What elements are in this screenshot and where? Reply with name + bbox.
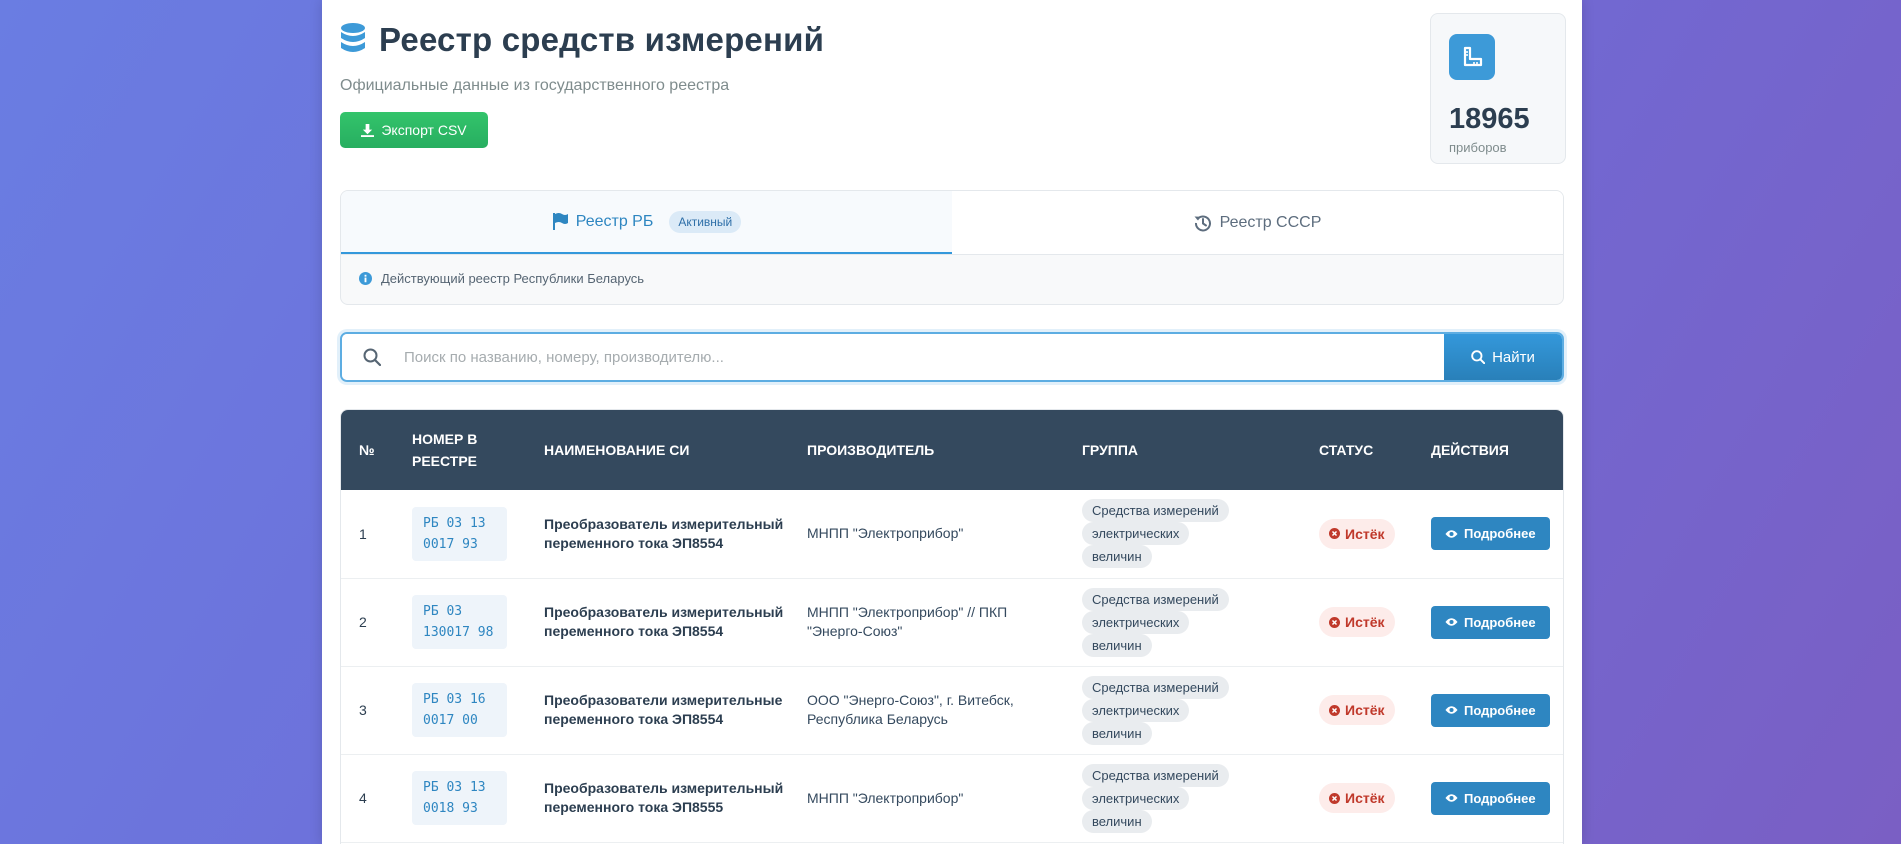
search-button-icon (1471, 350, 1486, 364)
instrument-name: Преобразователь измерительный переменног… (544, 515, 784, 551)
main-panel: Реестр средств измерений Официальные дан… (322, 0, 1582, 844)
registry-table: № Номер в реестре Наименование СИ Произв… (340, 409, 1564, 844)
manufacturer: ООО "Энерго-Союз", г. Витебск, Республик… (807, 692, 1014, 727)
status-label: Истёк (1345, 702, 1385, 718)
header-group[interactable]: Группа (1064, 410, 1301, 490)
x-circle-icon (1329, 528, 1340, 540)
table-row: 2 РБ 03 130017 98 Преобразователь измери… (341, 578, 1563, 666)
search-button-label: Найти (1492, 348, 1535, 366)
page-title: Реестр средств измерений (379, 21, 825, 58)
row-num: 4 (359, 790, 367, 806)
status-badge: Истёк (1319, 695, 1395, 725)
tab-registry-rb[interactable]: Реестр РБ Активный (341, 191, 952, 254)
instrument-count-label: приборов (1449, 140, 1507, 155)
reg-number-badge: РБ 03 130017 98 (412, 595, 507, 649)
flag-icon (552, 213, 568, 230)
info-circle-icon (359, 272, 372, 285)
instrument-name: Преобразователь измерительный переменног… (544, 780, 784, 815)
header-actions: Действия (1431, 442, 1509, 458)
x-circle-icon (1329, 616, 1340, 628)
status-badge: Истёк (1319, 783, 1395, 813)
instrument-count-card: 18965 приборов (1430, 13, 1566, 164)
group-chip: Средства измерений электрических величин (1082, 675, 1229, 745)
eye-icon (1445, 794, 1458, 802)
x-circle-icon (1329, 704, 1340, 716)
details-button[interactable]: Подробнее (1431, 517, 1550, 551)
reg-number-badge: РБ 03 13 0018 93 (412, 771, 507, 825)
search-icon (342, 334, 402, 380)
details-label: Подробнее (1464, 790, 1536, 806)
download-icon (361, 123, 375, 137)
history-icon (1194, 214, 1211, 231)
search-input[interactable] (402, 334, 1444, 380)
details-label: Подробнее (1464, 526, 1536, 542)
status-label: Истёк (1345, 790, 1385, 806)
registry-tabs: Реестр РБ Активный Реестр СССР Действующ… (340, 190, 1564, 305)
status-label: Истёк (1345, 614, 1385, 630)
eye-icon (1445, 530, 1458, 538)
table-row: 1 РБ 03 13 0017 93 Преобразователь измер… (341, 490, 1563, 578)
instrument-name: Преобразователи измерительные переменног… (544, 692, 783, 727)
details-label: Подробнее (1464, 702, 1536, 718)
database-icon (341, 23, 365, 52)
details-button[interactable]: Подробнее (1431, 781, 1550, 815)
details-button[interactable]: Подробнее (1431, 693, 1550, 727)
group-chip: Средства измерений электрических величин (1082, 499, 1229, 569)
export-csv-label: Экспорт CSV (381, 122, 467, 138)
status-label: Истёк (1345, 525, 1385, 542)
reg-number-badge: РБ 03 13 0017 93 (412, 506, 507, 561)
header-name[interactable]: Наименование СИ (526, 410, 789, 490)
search-bar: Найти (340, 332, 1564, 382)
registry-info-text: Действующий реестр Республики Беларусь (381, 271, 645, 286)
header-num[interactable]: № (341, 410, 394, 490)
group-chip: Средства измерений электрических величин (1082, 763, 1229, 833)
status-badge: Истёк (1319, 518, 1395, 549)
header-reg-number[interactable]: Номер в реестре (394, 410, 526, 490)
tab-registry-rb-label: Реестр РБ (575, 212, 654, 230)
manufacturer: МНПП "Электроприбор" (807, 789, 964, 806)
eye-icon (1445, 706, 1458, 714)
manufacturer: МНПП "Электроприбор" (807, 525, 964, 542)
eye-icon (1445, 618, 1458, 626)
tab-registry-ussr-label: Реестр СССР (1219, 213, 1322, 231)
export-csv-button[interactable]: Экспорт CSV (340, 112, 488, 148)
details-label: Подробнее (1464, 614, 1536, 630)
row-num: 2 (359, 614, 367, 630)
reg-number-badge: РБ 03 16 0017 00 (412, 683, 507, 737)
row-num: 1 (359, 525, 367, 542)
header-status[interactable]: Статус (1301, 410, 1413, 490)
tab-registry-ussr[interactable]: Реестр СССР (952, 191, 1563, 254)
registry-info: Действующий реестр Республики Беларусь (359, 271, 644, 286)
instrument-name: Преобразователь измерительный переменног… (544, 604, 784, 639)
table-row: 4 РБ 03 13 0018 93 Преобразователь измер… (341, 754, 1563, 842)
page-header: Реестр средств измерений (340, 20, 824, 60)
instrument-count: 18965 (1449, 103, 1530, 135)
search-button[interactable]: Найти (1444, 334, 1562, 380)
table-row: 3 РБ 03 16 0017 00 Преобразователи измер… (341, 666, 1563, 754)
status-badge: Истёк (1319, 607, 1395, 637)
header-maker[interactable]: Производитель (789, 410, 1064, 490)
details-button[interactable]: Подробнее (1431, 605, 1550, 639)
page-subtitle: Официальные данные из государственного р… (340, 77, 730, 94)
ruler-icon (1449, 34, 1495, 80)
manufacturer: МНПП "Электроприбор" // ПКП "Энерго-Союз… (807, 604, 1008, 639)
row-num: 3 (359, 702, 367, 718)
tab-row: Реестр РБ Активный Реестр СССР (341, 191, 1563, 255)
active-badge: Активный (669, 210, 742, 233)
table-header-row: № Номер в реестре Наименование СИ Произв… (341, 410, 1563, 490)
group-chip: Средства измерений электрических величин (1082, 587, 1229, 657)
x-circle-icon (1329, 792, 1340, 804)
